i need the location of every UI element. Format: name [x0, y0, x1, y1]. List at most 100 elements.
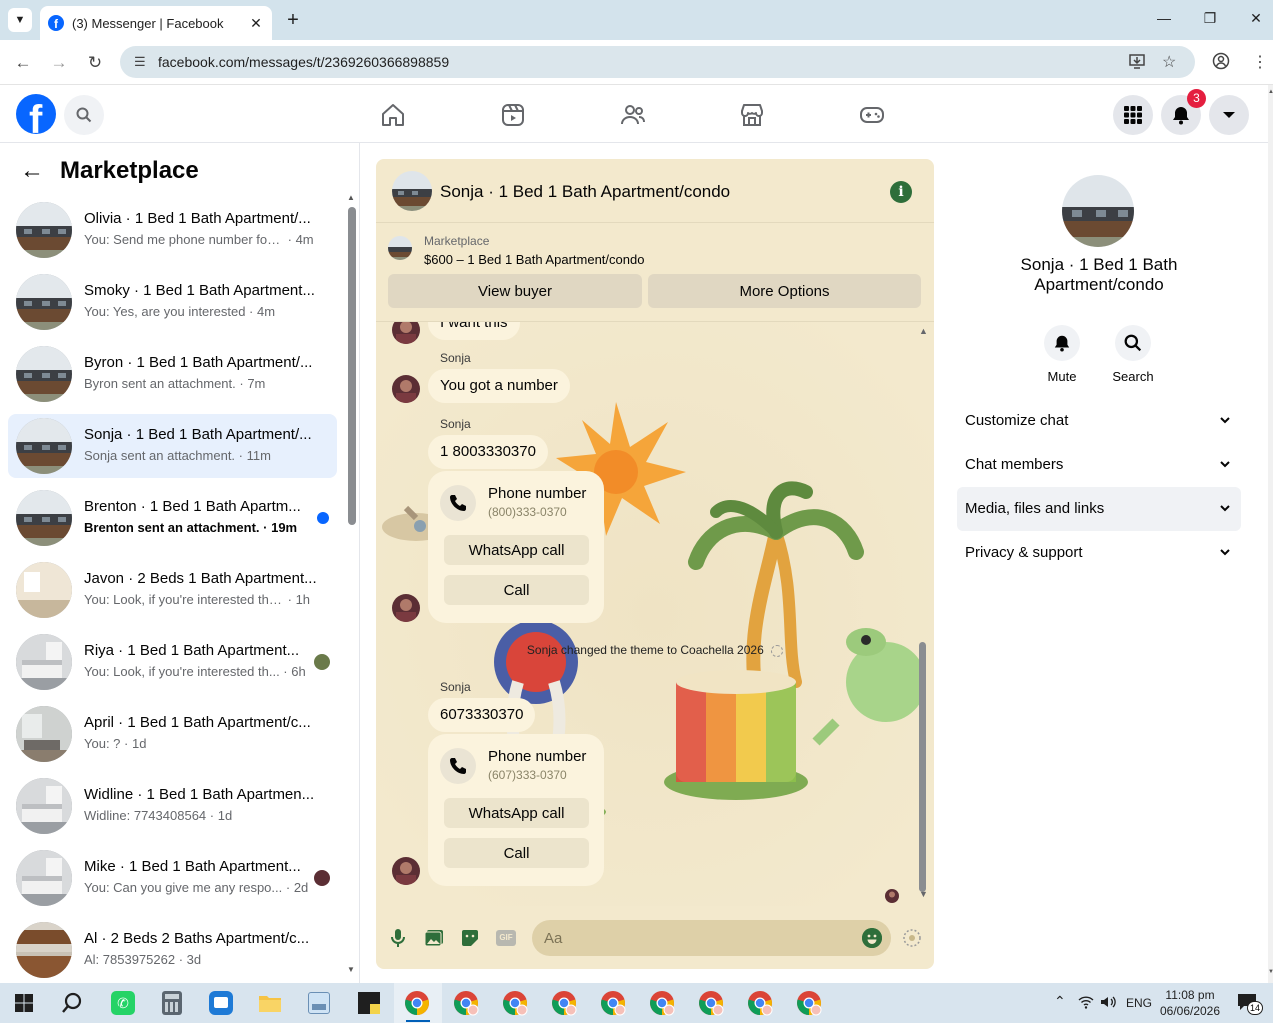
friends-icon[interactable] — [619, 101, 647, 129]
conversation-item[interactable]: Javon · 2 Beds 1 Bath Apartment... You: L… — [8, 558, 337, 622]
conversation-item[interactable]: Byron · 1 Bed 1 Bath Apartment/... Byron … — [8, 342, 337, 406]
theme-reaction-icon[interactable] — [902, 928, 922, 948]
address-bar[interactable]: ☰ facebook.com/messages/t/23692603668988… — [120, 46, 1195, 78]
conversation-item[interactable]: Mike · 1 Bed 1 Bath Apartment... You: Can… — [8, 846, 337, 910]
system-clock[interactable]: 11:08 pm 06/06/2026 — [1150, 987, 1230, 1019]
back-arrow-icon[interactable]: ← — [20, 157, 44, 185]
menu-grid-icon[interactable] — [1113, 95, 1153, 135]
thread-scroll-down-icon[interactable]: ▼ — [919, 889, 928, 899]
network-icon[interactable] — [1078, 995, 1094, 1012]
conversation-item[interactable]: Brenton · 1 Bed 1 Bath Apartm... Brenton … — [8, 486, 337, 550]
sender-avatar[interactable] — [392, 857, 420, 885]
chrome-window-icon[interactable] — [501, 989, 529, 1017]
file-explorer-icon[interactable] — [256, 989, 284, 1017]
info-section-chat-members[interactable]: Chat members — [957, 443, 1241, 487]
chrome-window-icon[interactable] — [452, 989, 480, 1017]
profile-icon[interactable] — [1212, 52, 1230, 75]
facebook-logo-icon[interactable]: f — [16, 94, 56, 134]
page-scroll-up-icon[interactable]: ▲ — [1268, 89, 1273, 95]
chat-avatar[interactable] — [392, 171, 432, 211]
chat-title[interactable]: Sonja · 1 Bed 1 Bath Apartment/condo — [440, 182, 730, 202]
photo-icon[interactable] — [424, 928, 444, 948]
conversation-item[interactable]: Al · 2 Beds 2 Baths Apartment/c... Al: 78… — [8, 918, 337, 982]
sticker-icon[interactable] — [460, 928, 480, 948]
scroll-down-icon[interactable]: ▼ — [347, 965, 355, 974]
bell-icon[interactable] — [1044, 325, 1080, 361]
taskbar-search-icon[interactable] — [58, 989, 86, 1017]
chrome-window-icon[interactable] — [746, 989, 774, 1017]
mute-action[interactable]: Mute — [1032, 325, 1092, 384]
calculator-app-icon[interactable] — [158, 989, 186, 1017]
forward-arrow-icon[interactable]: → — [48, 52, 70, 74]
browser-menu-icon[interactable]: ⋮ — [1252, 52, 1268, 72]
message-bubble[interactable]: You got a number — [428, 369, 570, 403]
view-buyer-button[interactable]: View buyer — [388, 274, 642, 308]
new-tab-button[interactable]: + — [282, 9, 304, 31]
home-icon[interactable] — [379, 101, 407, 129]
chrome-window-icon[interactable] — [599, 989, 627, 1017]
message-thread[interactable]: I want this Sonja You got a number Sonja… — [376, 322, 934, 906]
scroll-up-icon[interactable]: ▲ — [347, 193, 355, 202]
account-dropdown-icon[interactable] — [1209, 95, 1249, 135]
message-input[interactable]: Aa — [532, 920, 891, 956]
video-icon[interactable] — [499, 101, 527, 129]
conversation-item[interactable]: Olivia · 1 Bed 1 Bath Apartment/... You: … — [8, 198, 337, 262]
conversation-item[interactable]: Smoky · 1 Bed 1 Bath Apartment... You: Ye… — [8, 270, 337, 334]
tab-close-icon[interactable]: ✕ — [248, 15, 264, 32]
conversation-info-icon[interactable]: i — [890, 181, 912, 203]
url-text[interactable]: facebook.com/messages/t/2369260366898859 — [158, 54, 449, 70]
notification-center-icon[interactable]: 14 — [1237, 993, 1263, 1015]
whatsapp-call-button[interactable]: WhatsApp call — [444, 798, 589, 828]
volume-icon[interactable] — [1100, 995, 1116, 1012]
chrome-window-icon[interactable] — [648, 989, 676, 1017]
listing-title[interactable]: $600 – 1 Bed 1 Bath Apartment/condo — [424, 252, 644, 267]
microphone-icon[interactable] — [388, 928, 408, 948]
photos-app-icon[interactable] — [305, 989, 333, 1017]
gif-icon[interactable]: GIF — [496, 928, 516, 948]
marketplace-icon[interactable] — [738, 101, 766, 129]
search-action[interactable]: Search — [1103, 325, 1163, 384]
sender-avatar[interactable] — [392, 375, 420, 403]
back-arrow-icon[interactable]: ← — [12, 52, 34, 74]
tab-search-menu-button[interactable]: ▼ — [8, 8, 32, 32]
restore-icon[interactable]: ❐ — [1200, 10, 1220, 27]
more-options-button[interactable]: More Options — [648, 274, 921, 308]
sender-avatar[interactable] — [392, 594, 420, 622]
info-section-media-files-and-links[interactable]: Media, files and links — [957, 487, 1241, 531]
call-button[interactable]: Call — [444, 838, 589, 868]
language-indicator[interactable]: ENG — [1126, 996, 1152, 1010]
thread-scrollbar-thumb[interactable] — [919, 642, 926, 892]
call-button[interactable]: Call — [444, 575, 589, 605]
whatsapp-call-button[interactable]: WhatsApp call — [444, 535, 589, 565]
control-panel-app-icon[interactable] — [207, 989, 235, 1017]
conversation-scrollbar[interactable]: ▲ ▼ — [347, 193, 356, 974]
conversation-item[interactable]: Sonja · 1 Bed 1 Bath Apartment/... Sonja … — [8, 414, 337, 478]
page-scroll-down-icon[interactable]: ▼ — [1268, 969, 1273, 975]
windows-start-icon[interactable] — [10, 989, 38, 1017]
listing-thumbnail[interactable] — [388, 236, 412, 260]
window-close-icon[interactable]: ✕ — [1246, 10, 1266, 27]
page-scrollbar[interactable]: ▲ ▼ — [1268, 85, 1273, 983]
message-bubble[interactable]: I want this — [428, 322, 520, 340]
info-section-privacy-support[interactable]: Privacy & support — [957, 531, 1241, 575]
reload-icon[interactable]: ↻ — [84, 52, 106, 74]
minimize-icon[interactable]: — — [1154, 10, 1174, 26]
gaming-icon[interactable] — [858, 101, 886, 129]
chrome-window-icon[interactable] — [697, 989, 725, 1017]
conversation-item[interactable]: Widline · 1 Bed 1 Bath Apartmen... Widlin… — [8, 774, 337, 838]
browser-tab[interactable]: f (3) Messenger | Facebook ✕ — [40, 6, 272, 40]
info-section-customize-chat[interactable]: Customize chat — [957, 399, 1241, 443]
chrome-window-icon[interactable] — [550, 989, 578, 1017]
bookmark-star-icon[interactable]: ☆ — [1162, 52, 1176, 72]
install-app-icon[interactable] — [1128, 52, 1146, 75]
conversation-item[interactable]: Riya · 1 Bed 1 Bath Apartment... You: Loo… — [8, 630, 337, 694]
message-bubble[interactable]: 1 8003330370 — [428, 435, 548, 469]
search-icon[interactable] — [64, 95, 104, 135]
thread-scroll-up-icon[interactable]: ▲ — [919, 326, 928, 336]
site-settings-icon[interactable]: ☰ — [134, 54, 146, 70]
chrome-window-icon[interactable] — [795, 989, 823, 1017]
tray-overflow-icon[interactable]: ⌃ — [1054, 993, 1066, 1010]
conversation-item[interactable]: April · 1 Bed 1 Bath Apartment/c... You: … — [8, 702, 337, 766]
emoji-icon[interactable] — [862, 928, 882, 948]
chrome-window-icon[interactable] — [403, 989, 431, 1017]
